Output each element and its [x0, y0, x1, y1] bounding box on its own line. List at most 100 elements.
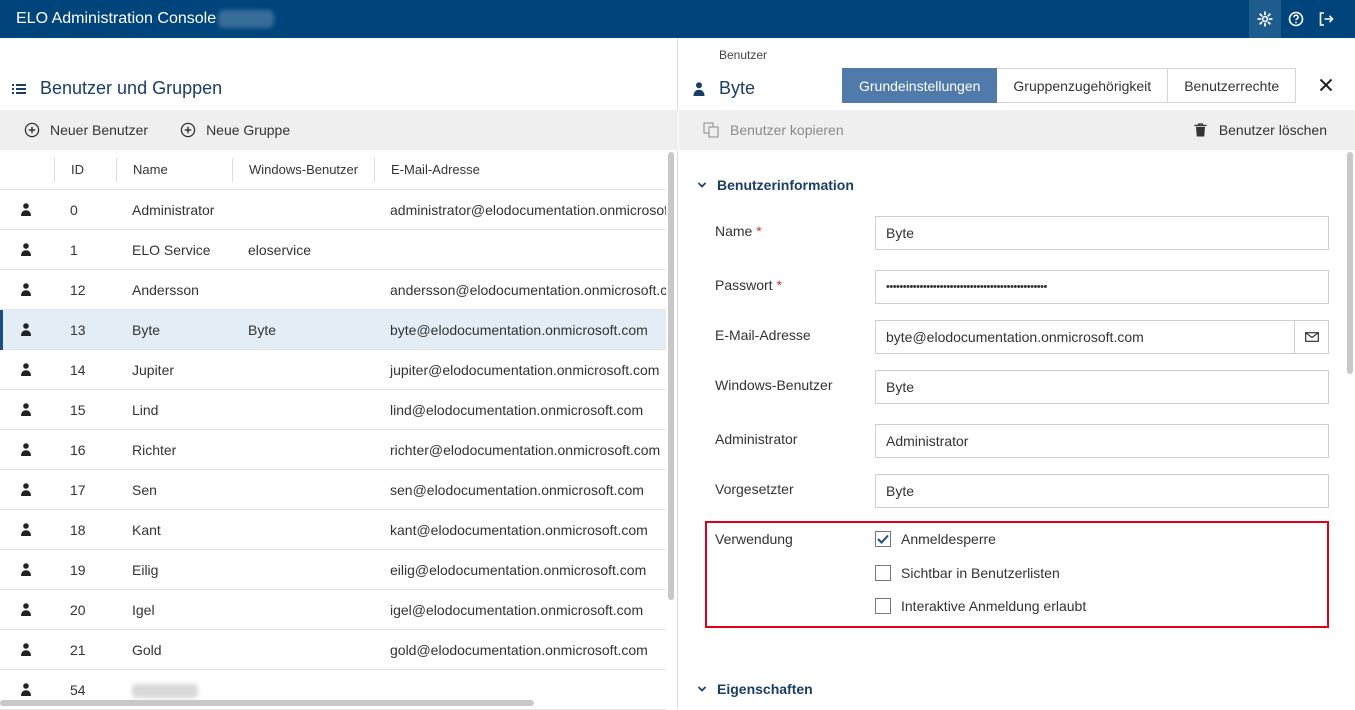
cell-email: eilig@elodocumentation.onmicrosoft.com — [390, 561, 647, 578]
column-header-id[interactable]: ID — [54, 157, 116, 182]
table-row[interactable]: 19 Eilig eilig@elodocumentation.onmicrosof… — [0, 550, 666, 590]
cell-email: lind@elodocumentation.onmicrosoft.com — [390, 401, 644, 418]
cell-name: ELO Service — [132, 241, 211, 258]
cell-id: 14 — [70, 361, 86, 378]
table-row[interactable]: 20 Igel igel@elodocumentation.onmicrosoft.… — [0, 590, 666, 630]
tab-benutzerrechte[interactable]: Benutzerrechte — [1168, 68, 1297, 103]
user-icon — [0, 203, 54, 216]
password-label: Passwort * — [715, 277, 782, 293]
supervisor-field[interactable]: Byte — [875, 474, 1329, 508]
option-interaktive-anmeldung[interactable]: Interaktive Anmeldung erlaubt — [875, 598, 1086, 614]
vertical-scrollbar[interactable] — [668, 152, 674, 600]
option-label: Sichtbar in Benutzerlisten — [901, 565, 1060, 581]
new-group-button[interactable]: Neue Gruppe — [180, 122, 290, 138]
users-table: ID Name Windows-Benutzer E-Mail-Adresse … — [0, 150, 666, 710]
cell-email: igel@elodocumentation.onmicrosoft.com — [390, 601, 644, 618]
send-mail-button[interactable] — [1294, 321, 1328, 353]
user-icon — [0, 243, 54, 256]
help-button[interactable] — [1281, 0, 1311, 38]
cell-id: 0 — [70, 201, 78, 218]
column-header-windows-user[interactable]: Windows-Benutzer — [232, 157, 374, 182]
user-icon — [0, 443, 54, 456]
table-row[interactable]: 17 Sen sen@elodocumentation.onmicrosoft.co… — [0, 470, 666, 510]
cell-id: 18 — [70, 521, 86, 538]
cell-email: administrator@elodocumentation.onmicroso… — [390, 201, 666, 218]
checkmark-icon — [877, 534, 889, 544]
usage-label: Verwendung — [715, 531, 793, 547]
user-icon — [0, 603, 54, 616]
table-row[interactable]: 13 Byte Byte byte@elodocumentation.onmicros… — [0, 310, 666, 350]
name-field[interactable]: Byte — [875, 216, 1329, 250]
windows-user-label: Windows-Benutzer — [715, 377, 833, 393]
cell-name — [116, 681, 232, 698]
administrator-field[interactable]: Administrator — [875, 424, 1329, 458]
table-row[interactable]: 15 Lind lind@elodocumentation.onmicrosoft.… — [0, 390, 666, 430]
section-title: Benutzerinformation — [717, 177, 854, 193]
section-benutzerinformation[interactable]: Benutzerinformation — [697, 177, 854, 193]
table-body: 0 Administrator administrator@elodocumenta… — [0, 190, 666, 710]
option-anmeldesperre[interactable]: Anmeldesperre — [875, 531, 996, 547]
cell-id: 16 — [70, 441, 86, 458]
table-header: ID Name Windows-Benutzer E-Mail-Adresse — [0, 150, 666, 190]
user-detail-panel: Benutzer Byte Grundeinstellungen Gruppen… — [679, 38, 1355, 709]
cell-windows-user: Byte — [248, 321, 277, 338]
column-header-email[interactable]: E-Mail-Adresse — [374, 157, 666, 182]
gear-icon — [1257, 11, 1273, 27]
redacted-name — [132, 683, 198, 698]
windows-user-field[interactable]: Byte — [875, 370, 1329, 404]
column-header-name[interactable]: Name — [116, 157, 232, 182]
checkbox-unchecked[interactable] — [875, 598, 891, 614]
user-title: Byte — [693, 78, 755, 99]
envelope-icon — [1304, 332, 1319, 342]
table-row[interactable]: 1 ELO Service eloservice — [0, 230, 666, 270]
horizontal-scrollbar[interactable] — [0, 700, 534, 706]
table-row[interactable]: 0 Administrator administrator@elodocumenta… — [0, 190, 666, 230]
close-button[interactable] — [1319, 78, 1333, 97]
user-icon — [0, 323, 54, 336]
user-icon — [0, 483, 54, 496]
table-row[interactable]: 12 Andersson andersson@elodocumentation.on… — [0, 270, 666, 310]
settings-button[interactable] — [1249, 0, 1281, 38]
users-groups-panel: Benutzer und Gruppen Neuer Benutzer Neue… — [0, 38, 678, 710]
cell-name: Kant — [132, 521, 161, 538]
cell-name: Byte — [132, 321, 161, 338]
cell-id: 21 — [70, 641, 86, 658]
password-field[interactable]: ••••••••••••••••••••••••••••••••••••••••… — [875, 270, 1329, 304]
new-user-button[interactable]: Neuer Benutzer — [24, 122, 148, 138]
user-icon — [0, 563, 54, 576]
section-title: Eigenschaften — [717, 681, 813, 697]
email-field[interactable]: byte@elodocumentation.onmicrosoft.com — [875, 320, 1329, 354]
title-bar: ELO Administration Console — [0, 0, 1355, 38]
logout-button[interactable] — [1311, 0, 1341, 38]
cell-id: 12 — [70, 281, 86, 298]
panel-title: Benutzer und Gruppen — [40, 78, 223, 98]
tab-grundeinstellungen[interactable]: Grundeinstellungen — [842, 68, 998, 103]
administrator-label: Administrator — [715, 431, 798, 447]
cell-name: Administrator — [132, 201, 215, 218]
cell-name: Richter — [132, 441, 177, 458]
cell-name: Sen — [132, 481, 157, 498]
plus-circle-icon — [180, 122, 196, 138]
cell-email: kant@elodocumentation.onmicrosoft.com — [390, 521, 648, 538]
cell-email: gold@elodocumentation.onmicrosoft.com — [390, 641, 648, 658]
delete-user-button[interactable]: Benutzer löschen — [1194, 122, 1327, 138]
checkbox-checked[interactable] — [875, 531, 891, 547]
table-row[interactable]: 21 Gold gold@elodocumentation.onmicrosoft.… — [0, 630, 666, 670]
tab-gruppenzugehoerigkeit[interactable]: Gruppenzugehörigkeit — [997, 68, 1169, 103]
table-row[interactable]: 16 Richter richter@elodocumentation.onmicr… — [0, 430, 666, 470]
option-sichtbar-in-benutzerlisten[interactable]: Sichtbar in Benutzerlisten — [875, 565, 1060, 581]
list-icon — [12, 83, 26, 94]
option-label: Interaktive Anmeldung erlaubt — [901, 598, 1087, 614]
copy-user-label: Benutzer kopieren — [730, 122, 844, 138]
table-row[interactable]: 14 Jupiter jupiter@elodocumentation.onmicr… — [0, 350, 666, 390]
user-icon — [0, 283, 54, 296]
section-eigenschaften[interactable]: Eigenschaften — [697, 681, 813, 697]
chevron-down-icon — [697, 685, 707, 693]
close-icon — [1319, 78, 1333, 92]
vertical-scrollbar[interactable] — [1347, 152, 1353, 374]
checkbox-unchecked[interactable] — [875, 565, 891, 581]
cell-name: Lind — [132, 401, 159, 418]
copy-user-button[interactable]: Benutzer kopieren — [703, 122, 844, 138]
table-row[interactable]: 18 Kant kant@elodocumentation.onmicrosoft.… — [0, 510, 666, 550]
option-label: Anmeldesperre — [901, 531, 996, 547]
